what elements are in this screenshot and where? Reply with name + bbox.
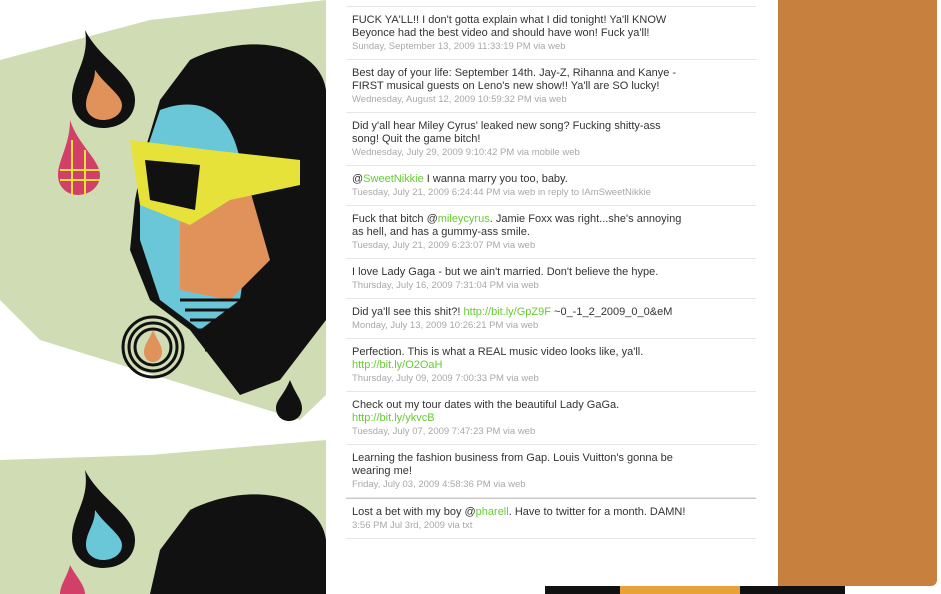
tweet-timestamp[interactable]: Wednesday, July 29, 2009 9:10:42 PM via …: [352, 147, 750, 159]
tweet-url-link[interactable]: http://bit.ly/O2OaH: [352, 359, 442, 371]
tweet-text: Check out my tour dates with the beautif…: [352, 399, 750, 425]
tweet-text: Best day of your life: September 14th. J…: [352, 67, 677, 92]
tweet-timestamp[interactable]: Wednesday, August 12, 2009 10:59:32 PM v…: [352, 94, 750, 106]
tweet-text-prefix: Lost a bet with my boy @: [352, 506, 476, 518]
list-item: I love Lady Gaga - but we ain't married.…: [346, 259, 756, 299]
tweet-timestamp[interactable]: Tuesday, July 07, 2009 7:47:23 PM via we…: [352, 426, 750, 438]
tweet-text-prefix: Check out my tour dates with the beautif…: [352, 399, 620, 411]
mention-link[interactable]: SweetNikkie: [363, 173, 424, 185]
list-item: FUCK YA'LL!! I don't gotta explain what …: [346, 7, 756, 60]
tweet-text-prefix: Did ya'll see this shit?!: [352, 306, 464, 318]
list-item: Learning the fashion business from Gap. …: [346, 445, 756, 498]
tweet-list: FUCK YA'LL!! I don't gotta explain what …: [346, 6, 756, 539]
tweet-timestamp[interactable]: Friday, July 03, 2009 4:58:36 PM via web: [352, 479, 750, 491]
tweet-text: Lost a bet with my boy @pharell. Have to…: [352, 506, 750, 519]
tweet-text-prefix: @: [352, 173, 364, 185]
tweet-timestamp[interactable]: Sunday, September 13, 2009 11:33:19 PM v…: [352, 41, 750, 53]
tweet-url-link[interactable]: http://bit.ly/GpZ9F: [464, 306, 551, 318]
tweet-text-suffix: . Have to twitter for a month. DAMN!: [508, 506, 686, 518]
tweet-text-suffix: ~0_-1_2_2009_0_0&eM: [550, 306, 673, 318]
tweet-timestamp[interactable]: Thursday, July 09, 2009 7:00:33 PM via w…: [352, 373, 750, 385]
list-item: @SweetNikkie I wanna marry you too, baby…: [346, 166, 756, 206]
tweet-text: Did ya'll see this shit?! http://bit.ly/…: [352, 306, 750, 319]
list-item: Lost a bet with my boy @pharell. Have to…: [346, 498, 756, 539]
tweet-text: Did y'all hear Miley Cyrus' leaked new s…: [352, 120, 661, 145]
tweet-timeline: FUCK YA'LL!! I don't gotta explain what …: [327, 0, 777, 586]
list-item: Did ya'll see this shit?! http://bit.ly/…: [346, 299, 756, 339]
tweet-text: @SweetNikkie I wanna marry you too, baby…: [352, 173, 750, 186]
list-item: Perfection. This is what a REAL music vi…: [346, 339, 756, 392]
tweet-text: I love Lady Gaga - but we ain't married.…: [352, 266, 659, 278]
tweet-text: Fuck that bitch @mileycyrus. Jamie Foxx …: [352, 213, 750, 239]
tweet-timestamp[interactable]: 3:56 PM Jul 3rd, 2009 via txt: [352, 520, 750, 532]
tweet-text: Perfection. This is what a REAL music vi…: [352, 346, 750, 372]
sidebar-panel: [778, 0, 937, 586]
mention-link[interactable]: mileycyrus: [438, 213, 490, 225]
tweet-text: Learning the fashion business from Gap. …: [352, 452, 673, 477]
tweet-timestamp[interactable]: Tuesday, July 21, 2009 6:23:07 PM via we…: [352, 240, 750, 252]
tweet-text-prefix: Fuck that bitch @: [352, 213, 438, 225]
mention-link[interactable]: pharell: [476, 506, 509, 518]
tweet-timestamp[interactable]: Thursday, July 16, 2009 7:31:04 PM via w…: [352, 280, 750, 292]
list-item: Check out my tour dates with the beautif…: [346, 392, 756, 445]
list-item: Fuck that bitch @mileycyrus. Jamie Foxx …: [346, 206, 756, 259]
list-item: Did y'all hear Miley Cyrus' leaked new s…: [346, 113, 756, 166]
tweet-timestamp[interactable]: Tuesday, July 21, 2009 6:24:44 PM via we…: [352, 187, 750, 199]
tweet-text-suffix: I wanna marry you too, baby.: [423, 173, 568, 185]
tweet-text-prefix: Perfection. This is what a REAL music vi…: [352, 346, 644, 358]
tweet-text: FUCK YA'LL!! I don't gotta explain what …: [352, 14, 667, 39]
tweet-url-link[interactable]: http://bit.ly/ykvcB: [352, 412, 435, 424]
list-item: Best day of your life: September 14th. J…: [346, 60, 756, 113]
tweet-timestamp[interactable]: Monday, July 13, 2009 10:26:21 PM via we…: [352, 320, 750, 332]
